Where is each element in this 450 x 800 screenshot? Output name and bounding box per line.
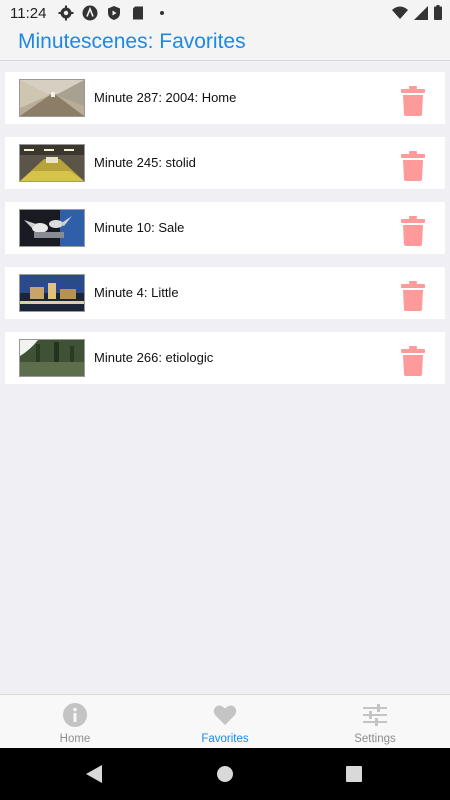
info-icon xyxy=(63,703,87,727)
recents-square-icon[interactable] xyxy=(346,766,362,787)
favorites-list: Minute 287: 2004: Home Minute 245: stoli… xyxy=(5,72,445,397)
favorite-title: Minute 266: etiologic xyxy=(94,350,214,365)
scene-thumbnail xyxy=(19,339,85,377)
status-time: 11:24 xyxy=(10,5,47,22)
tab-label: Settings xyxy=(354,733,396,745)
signal-icon xyxy=(414,5,428,25)
tab-label: Home xyxy=(59,733,91,745)
home-circle-icon[interactable] xyxy=(216,765,234,788)
app-header: Minutescenes: Favorites xyxy=(0,26,450,61)
trash-icon[interactable] xyxy=(401,216,425,246)
tab-bar: Home Favorites Settings xyxy=(0,694,450,749)
list-item[interactable]: Minute 266: etiologic xyxy=(5,332,445,384)
scene-thumbnail xyxy=(19,209,85,247)
dot-icon xyxy=(154,5,170,21)
wifi-icon xyxy=(392,6,408,25)
favorite-title: Minute 287: 2004: Home xyxy=(94,90,237,105)
heart-icon xyxy=(213,703,237,727)
favorite-title: Minute 245: stolid xyxy=(94,155,196,170)
system-nav-bar xyxy=(0,748,450,800)
shield-play-icon xyxy=(106,5,122,21)
sd-card-icon xyxy=(130,5,146,21)
battery-icon xyxy=(434,5,442,25)
back-icon[interactable] xyxy=(86,765,102,788)
sliders-icon xyxy=(363,703,387,727)
tab-home[interactable]: Home xyxy=(0,695,150,749)
tab-settings[interactable]: Settings xyxy=(300,695,450,749)
list-item[interactable]: Minute 287: 2004: Home xyxy=(5,72,445,124)
trash-icon[interactable] xyxy=(401,86,425,116)
scene-thumbnail xyxy=(19,274,85,312)
favorite-title: Minute 4: Little xyxy=(94,285,179,300)
page-title: Minutescenes: Favorites xyxy=(18,30,246,53)
trash-icon[interactable] xyxy=(401,281,425,311)
list-item[interactable]: Minute 4: Little xyxy=(5,267,445,319)
status-bar: 11:24 xyxy=(0,0,450,26)
list-item[interactable]: Minute 245: stolid xyxy=(5,137,445,189)
gear-icon xyxy=(58,5,74,21)
list-item[interactable]: Minute 10: Sale xyxy=(5,202,445,254)
favorite-title: Minute 10: Sale xyxy=(94,220,185,235)
scene-thumbnail xyxy=(19,144,85,182)
scene-thumbnail xyxy=(19,79,85,117)
a-circle-icon xyxy=(82,5,98,21)
trash-icon[interactable] xyxy=(401,151,425,181)
tab-label: Favorites xyxy=(201,733,249,745)
trash-icon[interactable] xyxy=(401,346,425,376)
tab-favorites[interactable]: Favorites xyxy=(150,695,300,749)
